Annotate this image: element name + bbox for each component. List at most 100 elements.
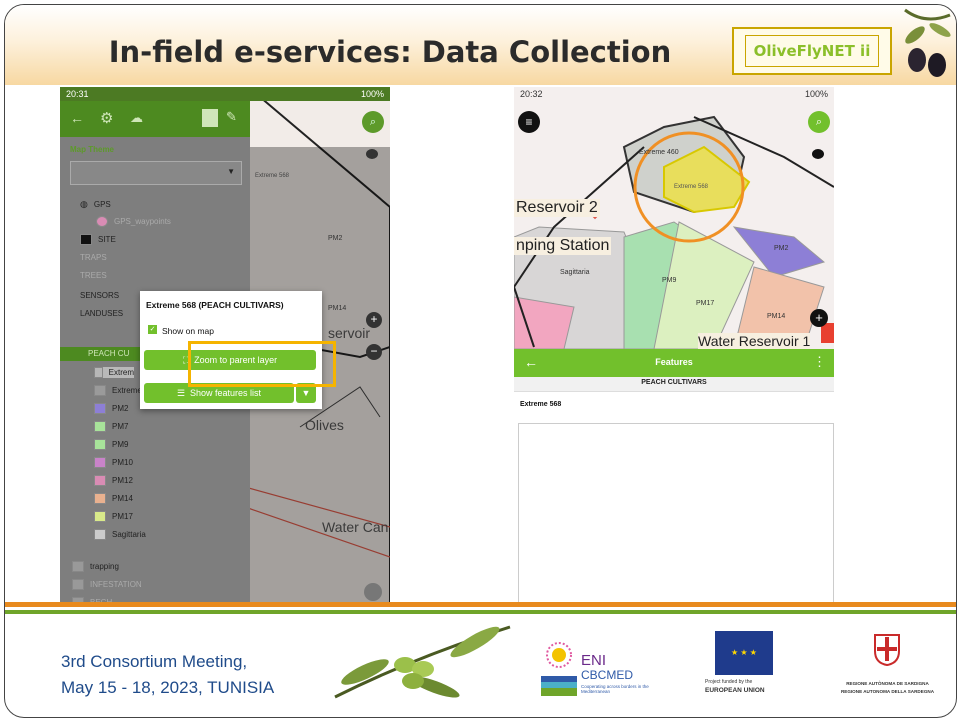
layer-landuses[interactable]: LANDUSES	[80, 309, 123, 318]
search-button[interactable]: ⌕	[808, 111, 830, 133]
back-arrow-icon[interactable]: ←	[70, 110, 84, 126]
map-label-pm9: PM9	[662, 277, 677, 284]
sardegna-text-2: REGIONE AUTONOMA DELLA SARDEGNA	[840, 689, 935, 694]
layer-trees[interactable]: TREES	[80, 271, 107, 280]
waypoint-swatch	[96, 216, 108, 227]
eni-sun-icon	[546, 642, 572, 668]
appbar-title: Features	[655, 357, 693, 367]
layer-site[interactable]: SITE	[80, 234, 116, 245]
sublayer-item[interactable]: PM9	[94, 439, 128, 450]
section-title: PEACH CULTIVARS	[641, 379, 707, 386]
compass-button[interactable]	[364, 583, 382, 601]
sublayer-swatch	[94, 367, 103, 378]
drawer-toolbar: ← ⚙ ☁ ✎	[60, 101, 250, 137]
layer-label: SITE	[98, 235, 116, 244]
map-search-button[interactable]: ⌕	[362, 111, 384, 133]
footer-line-2: May 15 - 18, 2023, TUNISIA	[61, 678, 275, 697]
zoom-in-button[interactable]: +	[810, 309, 828, 327]
sublayer-label: PM14	[112, 494, 133, 503]
layer-label: GPS_waypoints	[114, 217, 171, 226]
olive-branch-image	[334, 625, 511, 699]
layer-traps[interactable]: TRAPS	[80, 253, 107, 262]
olive-branch-icon	[904, 8, 951, 77]
zoom-in-button[interactable]: +	[366, 312, 382, 328]
sublayer-label: PM2	[112, 404, 129, 413]
map-icon[interactable]	[202, 109, 218, 127]
sublayer-label: PM12	[112, 476, 133, 485]
sublayer-item[interactable]: PM10	[94, 457, 133, 468]
cloud-icon[interactable]: ☁	[130, 110, 143, 126]
map-label-pm2: PM2	[774, 245, 789, 252]
feature-detail-panel	[518, 423, 834, 602]
layer-trapping[interactable]: trapping	[72, 561, 119, 572]
more-vert-icon[interactable]: ⋮	[813, 354, 826, 370]
sublayer-label: Extrem	[108, 368, 134, 377]
sublayer-item[interactable]: PM17	[94, 511, 133, 522]
sublayer-item[interactable]: Extrem	[94, 367, 134, 378]
waves-icon	[541, 676, 577, 696]
sublayer-swatch	[94, 403, 106, 414]
map-label-sagittaria: Sagittaria	[560, 269, 590, 276]
sublayer-item[interactable]: PM14	[94, 493, 133, 504]
sublayer-swatch	[94, 529, 106, 540]
sublayer-item[interactable]: PM12	[94, 475, 133, 486]
chat-icon[interactable]	[812, 149, 824, 159]
map-label-pm17: PM17	[696, 300, 715, 307]
sublayer-label: PM10	[112, 458, 133, 467]
eu-text: EUROPEAN UNION	[705, 687, 765, 694]
right-map	[514, 87, 834, 349]
gear-icon[interactable]: ⚙	[100, 109, 113, 127]
footer-meeting-text: 3rd Consortium Meeting, May 15 - 18, 202…	[61, 649, 274, 701]
layer-gps[interactable]: ◍ GPS	[80, 199, 111, 210]
eu-flag-icon: ★ ★ ★	[715, 631, 773, 675]
eu-small-text: Project funded by the	[705, 679, 753, 685]
slide: In-field e-services: Data Collection Oli…	[4, 4, 957, 718]
trapping-swatch	[72, 561, 84, 572]
layer-label: TREES	[80, 271, 107, 280]
section-header: PEACH CULTIVARS	[514, 377, 834, 392]
left-status-bar: 20:31 100%	[60, 87, 390, 101]
sublayer-item[interactable]: PM7	[94, 421, 128, 432]
status-battery: 100%	[360, 89, 384, 99]
peach-layer-label: PEACH CU	[88, 349, 130, 358]
chevron-down-icon: ▼	[227, 167, 235, 176]
layer-gps-waypoints[interactable]: GPS_waypoints	[96, 216, 171, 227]
footer-green-line	[5, 610, 956, 614]
features-label: Show features list	[190, 388, 262, 398]
layer-label: trapping	[90, 562, 119, 571]
chat-icon[interactable]	[366, 149, 378, 159]
map-label-water: Water Can	[322, 519, 389, 535]
feature-item[interactable]: Extreme 568	[520, 401, 561, 408]
status-time: 20:32	[520, 89, 543, 99]
infestation-swatch	[72, 579, 84, 590]
list-icon: ☰	[176, 387, 186, 398]
layer-label: GPS	[93, 200, 111, 209]
sublayer-swatch	[94, 421, 106, 432]
popup-title: Extreme 568 (PEACH CULTIVARS)	[146, 300, 284, 310]
zoom-out-button[interactable]: −	[366, 344, 382, 360]
map-label-pm14: PM14	[328, 305, 347, 312]
sublayer-label: Extreme	[112, 386, 142, 395]
sublayer-item[interactable]: Extreme	[94, 385, 142, 396]
sardegna-text-1: REGIONE AUTÒNOMA DE SARDIGNA	[846, 681, 929, 686]
map-label-extreme: Extreme 568	[255, 173, 290, 179]
map-theme-select[interactable]: ▼	[70, 161, 242, 185]
sublayer-swatch	[94, 457, 106, 468]
layer-infestation[interactable]: INFESTATION	[72, 579, 142, 590]
sublayer-swatch	[94, 511, 106, 522]
map-label-water-reservoir: Water Reservoir 1	[698, 333, 811, 349]
eni-subtitle: Cooperating across borders in the Medite…	[581, 684, 649, 694]
sardegna-crest-icon	[874, 634, 900, 667]
sublayer-item[interactable]: PM2	[94, 403, 128, 414]
sublayer-swatch	[94, 439, 106, 450]
status-time: 20:31	[66, 89, 89, 99]
show-on-map-checkbox[interactable]: ✓	[148, 325, 157, 334]
edit-icon[interactable]: ✎	[226, 109, 237, 125]
cbcmed-title: CBCMED	[581, 668, 634, 682]
map-label-pumping: nping Station	[514, 237, 612, 255]
sublayer-item[interactable]: Sagittaria	[94, 529, 146, 540]
menu-button[interactable]: ≡	[518, 111, 540, 133]
layer-sensors[interactable]: SENSORS	[80, 291, 119, 300]
sublayer-swatch	[94, 493, 106, 504]
layer-label: LANDUSES	[80, 309, 124, 318]
